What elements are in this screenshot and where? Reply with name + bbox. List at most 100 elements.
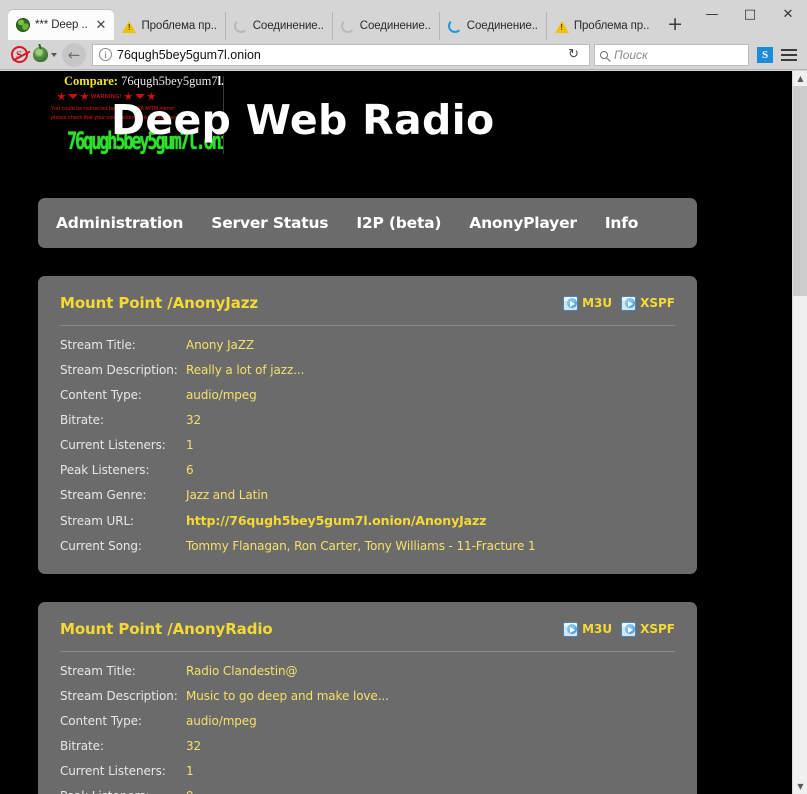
page-scrollbar[interactable]: ▲ ▼ [792,71,807,794]
page-title: Deep Web Radio [111,96,494,144]
close-window-button[interactable]: ✕ [769,0,807,28]
site-banner: Compare: 76qugh5bey5gum7l.onion WARNING!… [39,72,461,158]
chevron-down-icon [51,53,57,57]
row-value: 1 [186,438,194,452]
divider [60,325,675,326]
m3u-link[interactable]: M3U [563,296,612,311]
scrollbar-thumb[interactable] [793,86,807,296]
tab-label: Соединение... [467,20,538,32]
tab-label: *** Deep ... [35,19,88,31]
table-row: Current Song: Tommy Flanagan, Ron Carter… [60,533,675,558]
play-icon [563,622,578,637]
noscript-button[interactable]: S [6,42,32,68]
browser-tab-2[interactable]: Проблема пр... [114,12,224,40]
arrow-down-icon [68,94,78,99]
search-bar[interactable]: Поиск [594,44,749,66]
browser-tab-4[interactable]: Соединение... [332,12,439,40]
tab-strip: *** Deep ... ✕ Проблема пр... Соединение… [0,0,693,40]
row-label: Content Type: [60,714,186,728]
table-row: Stream URL: http://76qugh5bey5gum7l.onio… [60,507,675,533]
m3u-label: M3U [582,622,612,636]
row-label: Bitrate: [60,413,186,427]
row-value: 6 [186,463,194,477]
tab-label: Соединение... [360,20,431,32]
nav-item-info[interactable]: Info [601,214,642,232]
play-icon [621,296,636,311]
reload-icon[interactable]: ↻ [562,47,585,62]
row-value: Really a lot of jazz... [186,363,304,377]
row-label: Stream Description: [60,363,186,377]
table-row: Stream Description: Music to go deep and… [60,683,675,708]
row-value: 32 [186,413,201,427]
playlist-links: M3U XSPF [563,296,675,311]
tor-onion-button[interactable] [32,42,58,68]
row-label: Bitrate: [60,739,186,753]
row-label: Stream Title: [60,338,186,352]
url-text: 76qugh5bey5gum7l.onion [117,48,562,62]
table-row: Peak Listeners: 9 [60,783,675,794]
mount-point-header: Mount Point /AnonyJazz M3U XSPF [60,294,675,325]
mount-point-title: Mount Point /AnonyRadio [60,620,273,638]
row-value: Tommy Flanagan, Ron Carter, Tony William… [186,539,536,553]
nav-item-server-status[interactable]: Server Status [207,214,332,232]
loading-spinner-icon [234,19,248,33]
minimize-button[interactable]: — [693,0,731,28]
xspf-link[interactable]: XSPF [621,296,675,311]
row-label: Stream Description: [60,689,186,703]
mount-point-title: Mount Point /AnonyJazz [60,294,258,312]
browser-tab-5[interactable]: Соединение... [439,12,546,40]
search-engine-badge[interactable]: S [757,47,773,63]
browser-tab-3[interactable]: Соединение... [225,12,332,40]
star-icon [80,92,89,101]
page-content: Compare: 76qugh5bey5gum7l.onion WARNING!… [0,71,792,794]
search-icon [600,51,608,59]
table-row: Bitrate: 32 [60,733,675,758]
mount-point-header: Mount Point /AnonyRadio M3U XSPF [60,620,675,651]
table-row: Stream Title: Radio Clandestin@ [60,658,675,683]
tab-label: Проблема пр... [141,20,216,32]
site-identity-icon[interactable]: i [99,48,112,61]
row-label: Current Listeners: [60,438,186,452]
warning-icon [122,21,136,33]
close-icon[interactable]: ✕ [96,19,107,32]
compare-line: Compare: 76qugh5bey5gum7l.onion [64,74,224,89]
hamburger-menu-icon[interactable] [781,49,797,61]
nav-item-i2p[interactable]: I2P (beta) [352,214,445,232]
address-bar[interactable]: i 76qugh5bey5gum7l.onion ↻ [92,44,590,66]
compare-value: 76qugh5bey5gum7l.onion [121,74,224,88]
row-label: Current Listeners: [60,764,186,778]
site-navigation: Administration Server Status I2P (beta) … [38,198,697,248]
nav-item-administration[interactable]: Administration [52,214,187,232]
maximize-button[interactable]: □ [731,0,769,28]
browser-titlebar: *** Deep ... ✕ Проблема пр... Соединение… [0,0,807,40]
browser-tab-6[interactable]: Проблема пр... [546,12,657,40]
stream-url-value[interactable]: http://76qugh5bey5gum7l.onion/AnonyJazz [186,513,486,528]
row-label: Peak Listeners: [60,789,186,794]
mount-point-panel: Mount Point /AnonyJazz M3U XSPF [38,276,697,574]
back-button[interactable]: ← [62,43,86,67]
tab-label: Соединение... [253,20,324,32]
new-tab-button[interactable]: + [657,15,693,37]
row-value: 9 [186,789,194,794]
row-value: 1 [186,764,194,778]
m3u-link[interactable]: M3U [563,622,612,637]
table-row: Content Type: audio/mpeg [60,708,675,733]
scroll-down-arrow-icon[interactable]: ▼ [793,779,807,794]
tab-label: Проблема пр... [574,20,649,32]
table-row: Stream Genre: Jazz and Latin [60,482,675,507]
m3u-label: M3U [582,296,612,310]
page-viewport: Compare: 76qugh5bey5gum7l.onion WARNING!… [0,71,807,794]
scroll-up-arrow-icon[interactable]: ▲ [793,71,807,86]
nav-item-anonyplayer[interactable]: AnonyPlayer [465,214,581,232]
star-icon [57,92,66,101]
play-icon [621,622,636,637]
xspf-link[interactable]: XSPF [621,622,675,637]
noscript-icon: S [11,46,28,63]
globe-icon [16,18,30,32]
row-label: Current Song: [60,539,186,553]
browser-tab-1[interactable]: *** Deep ... ✕ [8,10,114,40]
loading-spinner-icon [341,19,355,33]
warning-icon [555,21,569,33]
row-label: Stream Genre: [60,488,186,502]
row-label: Stream Title: [60,664,186,678]
